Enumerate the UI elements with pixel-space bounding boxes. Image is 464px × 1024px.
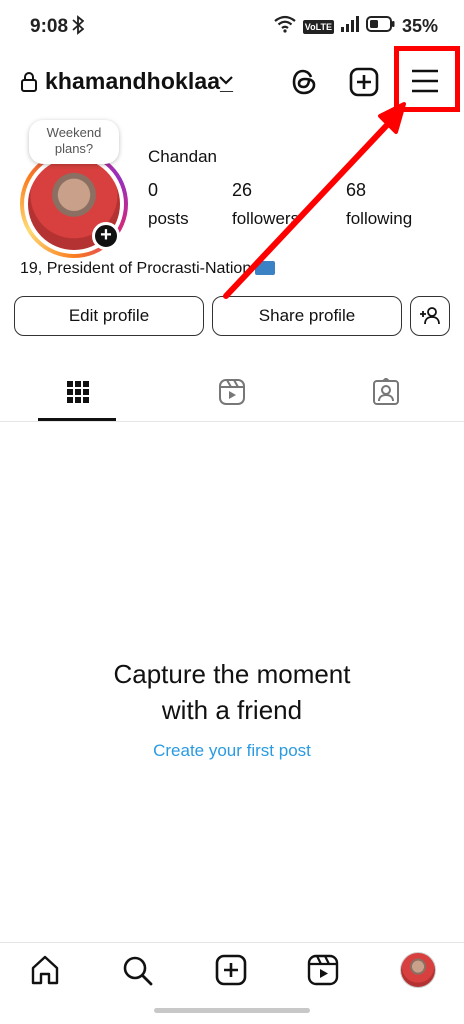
grid-icon	[67, 381, 89, 403]
share-profile-button[interactable]: Share profile	[212, 296, 402, 336]
stat-following-label: following	[346, 209, 413, 228]
edit-profile-button[interactable]: Edit profile	[14, 296, 204, 336]
status-icons: VoLTE 35%	[273, 15, 438, 38]
stat-posts-label: posts	[148, 209, 189, 228]
create-post-icon	[215, 954, 247, 986]
bio-text: 19, President of Procrasti-Nation	[20, 260, 252, 277]
stat-following[interactable]: 68 following	[346, 180, 412, 229]
search-icon	[123, 956, 153, 986]
signal-icon	[340, 15, 360, 38]
nav-home[interactable]	[28, 953, 64, 989]
tab-grid[interactable]	[38, 368, 118, 422]
stat-posts: 0 posts	[148, 180, 189, 229]
status-bar: 9:08 VoLTE 35%	[0, 0, 464, 52]
bio: 19, President of Procrasti-Nation	[20, 260, 276, 278]
stat-posts-value: 0	[148, 180, 159, 200]
empty-title-line1: Capture the moment	[113, 659, 351, 689]
lock-icon	[20, 71, 38, 98]
username-switcher[interactable]: khamandhoklaa_	[45, 68, 233, 95]
bottom-nav	[0, 942, 464, 1000]
create-new-icon[interactable]	[348, 66, 380, 103]
active-tab-indicator	[38, 418, 116, 421]
add-story-button[interactable]: +	[92, 222, 120, 250]
stat-followers[interactable]: 26 followers	[232, 180, 299, 229]
hamburger-menu-icon[interactable]	[410, 68, 440, 99]
nav-reels[interactable]	[306, 953, 342, 989]
volte-badge: VoLTE	[302, 19, 334, 34]
wifi-icon	[273, 15, 297, 38]
tagged-icon	[373, 378, 399, 405]
empty-state-title: Capture the moment with a friend	[0, 656, 464, 728]
profile-tabs	[0, 368, 464, 422]
home-icon	[31, 955, 59, 985]
reels-icon	[219, 379, 245, 405]
nav-profile-avatar[interactable]	[400, 952, 436, 988]
threads-icon[interactable]	[290, 66, 320, 103]
nav-create[interactable]	[214, 953, 250, 989]
create-first-post-link[interactable]: Create your first post	[0, 741, 464, 761]
add-person-icon	[420, 307, 440, 325]
flag-icon	[255, 261, 276, 275]
profile-header: khamandhoklaa_	[0, 46, 464, 112]
display-name: Chandan	[148, 147, 218, 166]
empty-title-line2: with a friend	[161, 695, 303, 725]
home-indicator[interactable]	[154, 1008, 310, 1013]
battery-icon	[365, 15, 396, 38]
stat-followers-label: followers	[232, 209, 300, 228]
stat-following-value: 68	[346, 180, 367, 200]
stat-followers-value: 26	[232, 180, 253, 200]
discover-people-button[interactable]	[410, 296, 450, 336]
chevron-down-icon[interactable]	[218, 73, 234, 91]
bluetooth-icon	[72, 15, 85, 40]
tab-reels[interactable]	[192, 368, 272, 422]
note-bubble[interactable]: Weekend plans?	[29, 120, 119, 164]
nav-search[interactable]	[120, 953, 156, 989]
reels-nav-icon	[307, 954, 339, 986]
tab-tagged[interactable]	[346, 368, 426, 422]
status-time: 9:08	[30, 16, 69, 37]
battery-percent: 35%	[401, 16, 438, 36]
